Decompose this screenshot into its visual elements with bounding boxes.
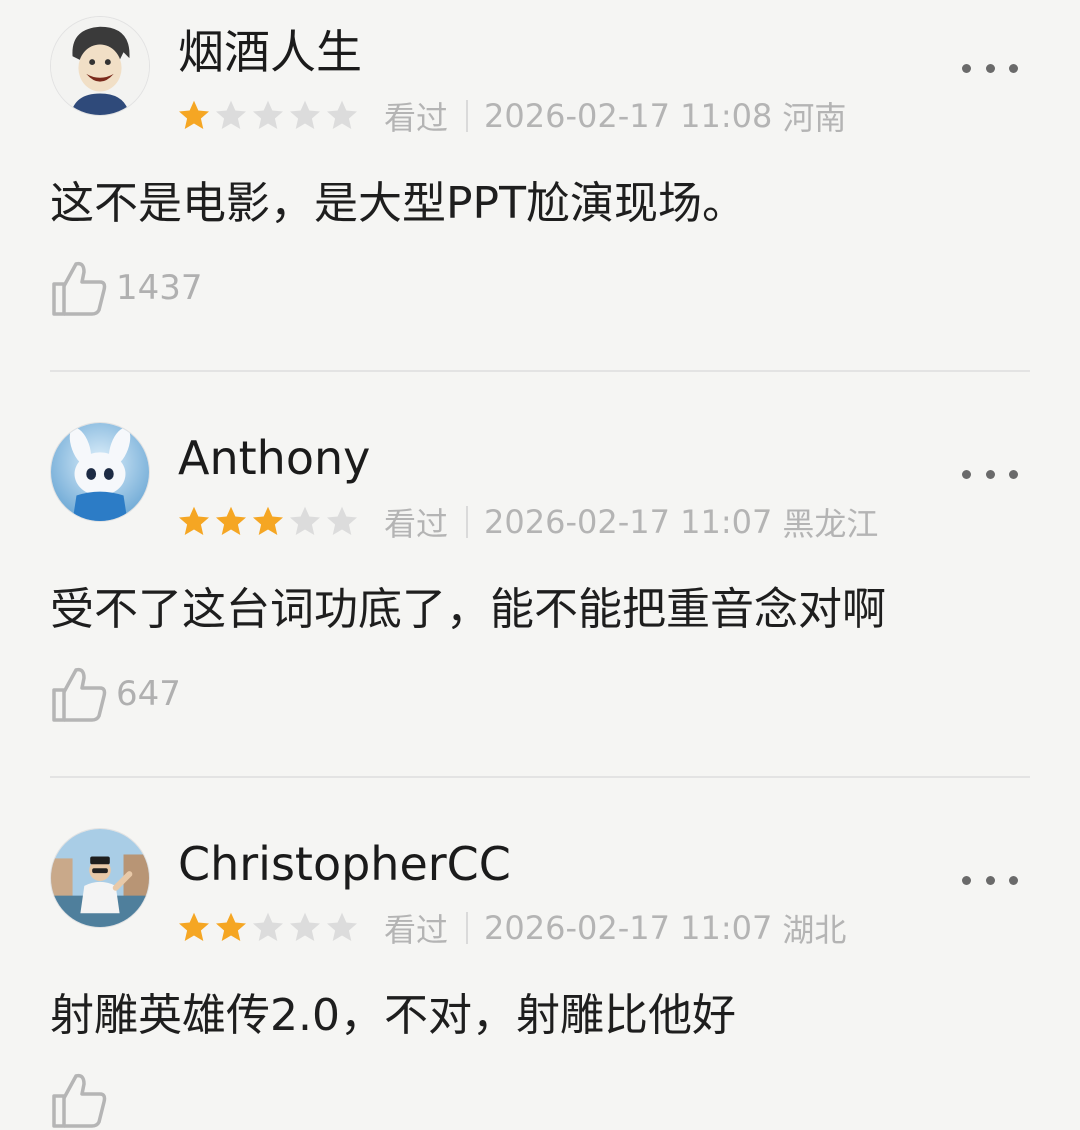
avatar[interactable] bbox=[50, 422, 150, 522]
more-options-button[interactable] bbox=[962, 868, 1018, 892]
like-button[interactable]: 1437 bbox=[50, 258, 203, 318]
ellipsis-dot bbox=[985, 469, 995, 479]
watched-label: 看过 bbox=[384, 505, 449, 543]
review-datetime: 2026-02-17 11:07 bbox=[484, 503, 773, 541]
ellipsis-icon bbox=[962, 875, 971, 885]
star-empty-icon bbox=[290, 912, 320, 942]
review-content: 这不是电影，是大型PPT尬演现场。 bbox=[50, 178, 746, 229]
watched-label: 看过 bbox=[384, 911, 449, 949]
review-content: 射雕英雄传2.0，不对，射雕比他好 bbox=[50, 990, 736, 1041]
review-content: 受不了这台词功底了，能不能把重音念对啊 bbox=[50, 584, 886, 635]
username[interactable]: ChristopherCC bbox=[178, 838, 511, 890]
star-filled-icon bbox=[253, 506, 283, 536]
thumbs-up-icon bbox=[52, 667, 107, 722]
divider bbox=[50, 370, 1030, 372]
star-empty-icon bbox=[253, 100, 283, 130]
ellipsis-icon bbox=[962, 63, 971, 73]
avatar-image bbox=[51, 423, 149, 521]
username[interactable]: Anthony bbox=[178, 432, 370, 484]
ellipsis-dot bbox=[1009, 63, 1018, 73]
ellipsis-dot bbox=[1009, 875, 1018, 885]
avatar[interactable] bbox=[50, 16, 150, 116]
more-options-button[interactable] bbox=[962, 56, 1018, 80]
star-rating bbox=[176, 98, 360, 134]
star-rating bbox=[176, 504, 360, 540]
star-empty-icon bbox=[290, 506, 320, 536]
username[interactable]: 烟酒人生 bbox=[178, 26, 362, 78]
watched-label: 看过 bbox=[384, 99, 449, 137]
like-button[interactable] bbox=[50, 1070, 116, 1130]
star-filled-icon bbox=[179, 100, 209, 130]
meta-divider bbox=[466, 100, 469, 132]
review-meta: 看过 2026-02-17 11:07 湖北 bbox=[176, 908, 847, 949]
ellipsis-dot bbox=[1009, 469, 1018, 479]
review-location: 湖北 bbox=[782, 911, 847, 949]
avatar[interactable] bbox=[50, 828, 150, 928]
review-location: 河南 bbox=[782, 99, 847, 137]
star-empty-icon bbox=[327, 912, 357, 942]
avatar-image bbox=[51, 829, 149, 927]
divider bbox=[50, 776, 1030, 778]
star-filled-icon bbox=[179, 506, 209, 536]
star-filled-icon bbox=[216, 912, 246, 942]
star-empty-icon bbox=[327, 100, 357, 130]
avatar-image bbox=[51, 17, 149, 115]
more-options-button[interactable] bbox=[962, 462, 1018, 486]
meta-divider bbox=[466, 506, 469, 538]
review-meta: 看过 2026-02-17 11:07 黑龙江 bbox=[176, 502, 879, 543]
like-button[interactable]: 647 bbox=[50, 664, 181, 724]
ellipsis-dot bbox=[985, 63, 995, 73]
star-filled-icon bbox=[216, 506, 246, 536]
review-meta: 看过 2026-02-17 11:08 河南 bbox=[176, 96, 847, 137]
ellipsis-icon bbox=[962, 469, 971, 479]
like-count: 1437 bbox=[116, 268, 203, 308]
review-location: 黑龙江 bbox=[782, 505, 879, 543]
like-count: 647 bbox=[116, 674, 181, 714]
thumbs-up-icon bbox=[52, 1073, 107, 1128]
star-empty-icon bbox=[327, 506, 357, 536]
ellipsis-dot bbox=[985, 875, 995, 885]
review-datetime: 2026-02-17 11:08 bbox=[484, 97, 773, 135]
thumbs-up-icon bbox=[52, 261, 107, 316]
meta-divider bbox=[466, 912, 469, 944]
star-empty-icon bbox=[253, 912, 283, 942]
star-rating bbox=[176, 910, 360, 946]
star-filled-icon bbox=[179, 912, 209, 942]
star-empty-icon bbox=[290, 100, 320, 130]
star-empty-icon bbox=[216, 100, 246, 130]
review-datetime: 2026-02-17 11:07 bbox=[484, 909, 773, 947]
